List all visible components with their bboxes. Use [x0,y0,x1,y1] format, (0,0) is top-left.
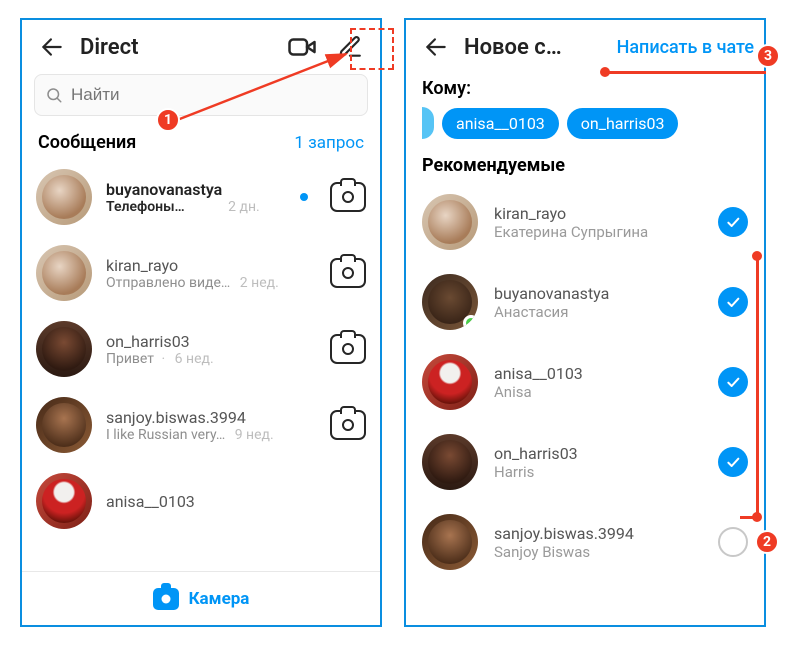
chat-name: kiran_rayo [106,256,316,275]
video-call-button[interactable] [282,27,322,67]
camera-bar[interactable]: Камера [22,571,380,625]
compose-button[interactable] [330,27,370,67]
user-subtitle: Harris [494,463,702,481]
camera-icon[interactable] [330,410,366,440]
recipient-chip[interactable]: anisa__0103 [442,108,559,139]
search-input[interactable] [71,85,357,105]
suggested-user-row[interactable]: on_harris03 Harris [406,422,764,502]
user-name: kiran_rayo [494,204,702,223]
select-checkbox[interactable] [718,287,748,317]
camera-fill-icon [153,588,179,610]
chat-subtitle: Телефоны… 2 дн. [106,199,286,215]
chat-row[interactable]: kiran_rayo Отправлено виде… 2 нед. [22,235,380,311]
direct-title: Direct [80,35,274,60]
chat-name: on_harris03 [106,332,316,351]
select-checkbox[interactable] [718,447,748,477]
user-subtitle: Anisa [494,383,702,401]
avatar [422,434,478,490]
chat-body: anisa__0103 [106,492,366,511]
search-icon [45,86,63,104]
chat-body: sanjoy.biswas.3994 I like Russian very… … [106,408,316,443]
avatar [422,194,478,250]
avatar [422,514,478,570]
recipient-chips: anisa__0103 on_harris03 [406,107,764,153]
select-checkbox[interactable] [718,207,748,237]
avatar [422,274,478,330]
new-message-screen: Новое с… Написать в чате Кому: anisa__01… [404,18,766,627]
unread-indicator [300,193,308,201]
back-button[interactable] [32,27,72,67]
write-in-chat-button[interactable]: Написать в чате [617,37,754,58]
requests-link[interactable]: 1 запрос [294,133,364,153]
avatar [36,473,92,529]
back-button[interactable] [416,27,456,67]
select-checkbox[interactable] [718,367,748,397]
chip-partial [422,107,434,139]
to-label: Кому: [406,74,764,107]
compose-icon [337,34,363,60]
arrow-left-icon [39,34,65,60]
direct-screen: Direct Сообщения 1 запрос buyanovanastya… [20,18,382,627]
chat-row[interactable]: sanjoy.biswas.3994 I like Russian very… … [22,387,380,463]
compose-header: Новое с… Написать в чате [406,20,764,74]
messages-section-header: Сообщения 1 запрос [22,126,380,159]
avatar [422,354,478,410]
suggested-user-row[interactable]: sanjoy.biswas.3994 Sanjoy Biswas [406,502,764,582]
chat-subtitle: Отправлено виде… 2 нед. [106,275,316,291]
chat-name: anisa__0103 [106,492,366,511]
chat-row[interactable]: buyanovanastya Телефоны… 2 дн. [22,159,380,235]
avatar [36,245,92,301]
avatar [36,169,92,225]
user-name: sanjoy.biswas.3994 [494,524,702,543]
recommended-title: Рекомендуемые [406,153,764,182]
chat-name: sanjoy.biswas.3994 [106,408,316,427]
select-checkbox[interactable] [718,527,748,557]
camera-label: Камера [189,589,250,609]
user-subtitle: Анастасия [494,303,702,321]
user-name: buyanovanastya [494,284,702,303]
user-subtitle: Екатерина Супрыгина [494,223,702,241]
suggested-user-row[interactable]: anisa__0103 Anisa [406,342,764,422]
avatar [36,321,92,377]
camera-icon[interactable] [330,334,366,364]
messages-title: Сообщения [38,132,136,153]
chat-body: kiran_rayo Отправлено виде… 2 нед. [106,256,316,291]
search-field[interactable] [34,74,368,116]
user-subtitle: Sanjoy Biswas [494,543,702,561]
online-indicator [463,315,478,330]
avatar [36,397,92,453]
direct-header: Direct [22,20,380,74]
user-name: anisa__0103 [494,364,702,383]
chat-subtitle: I like Russian very… 9 нед. [106,427,316,443]
chat-body: on_harris03 Привет · 6 нед. [106,332,316,367]
chat-body: buyanovanastya Телефоны… 2 дн. [106,180,286,215]
arrow-left-icon [423,34,449,60]
compose-title: Новое с… [464,35,609,60]
recipient-chip[interactable]: on_harris03 [567,108,679,139]
chat-row[interactable]: on_harris03 Привет · 6 нед. [22,311,380,387]
chat-subtitle: Привет · 6 нед. [106,351,316,367]
camera-icon[interactable] [330,182,366,212]
suggested-user-row[interactable]: buyanovanastya Анастасия [406,262,764,342]
suggested-user-row[interactable]: kiran_rayo Екатерина Супрыгина [406,182,764,262]
chat-row[interactable]: anisa__0103 [22,463,380,529]
chat-name: buyanovanastya [106,180,286,199]
search-container [22,74,380,126]
video-icon [287,32,317,62]
camera-icon[interactable] [330,258,366,288]
user-name: on_harris03 [494,444,702,463]
